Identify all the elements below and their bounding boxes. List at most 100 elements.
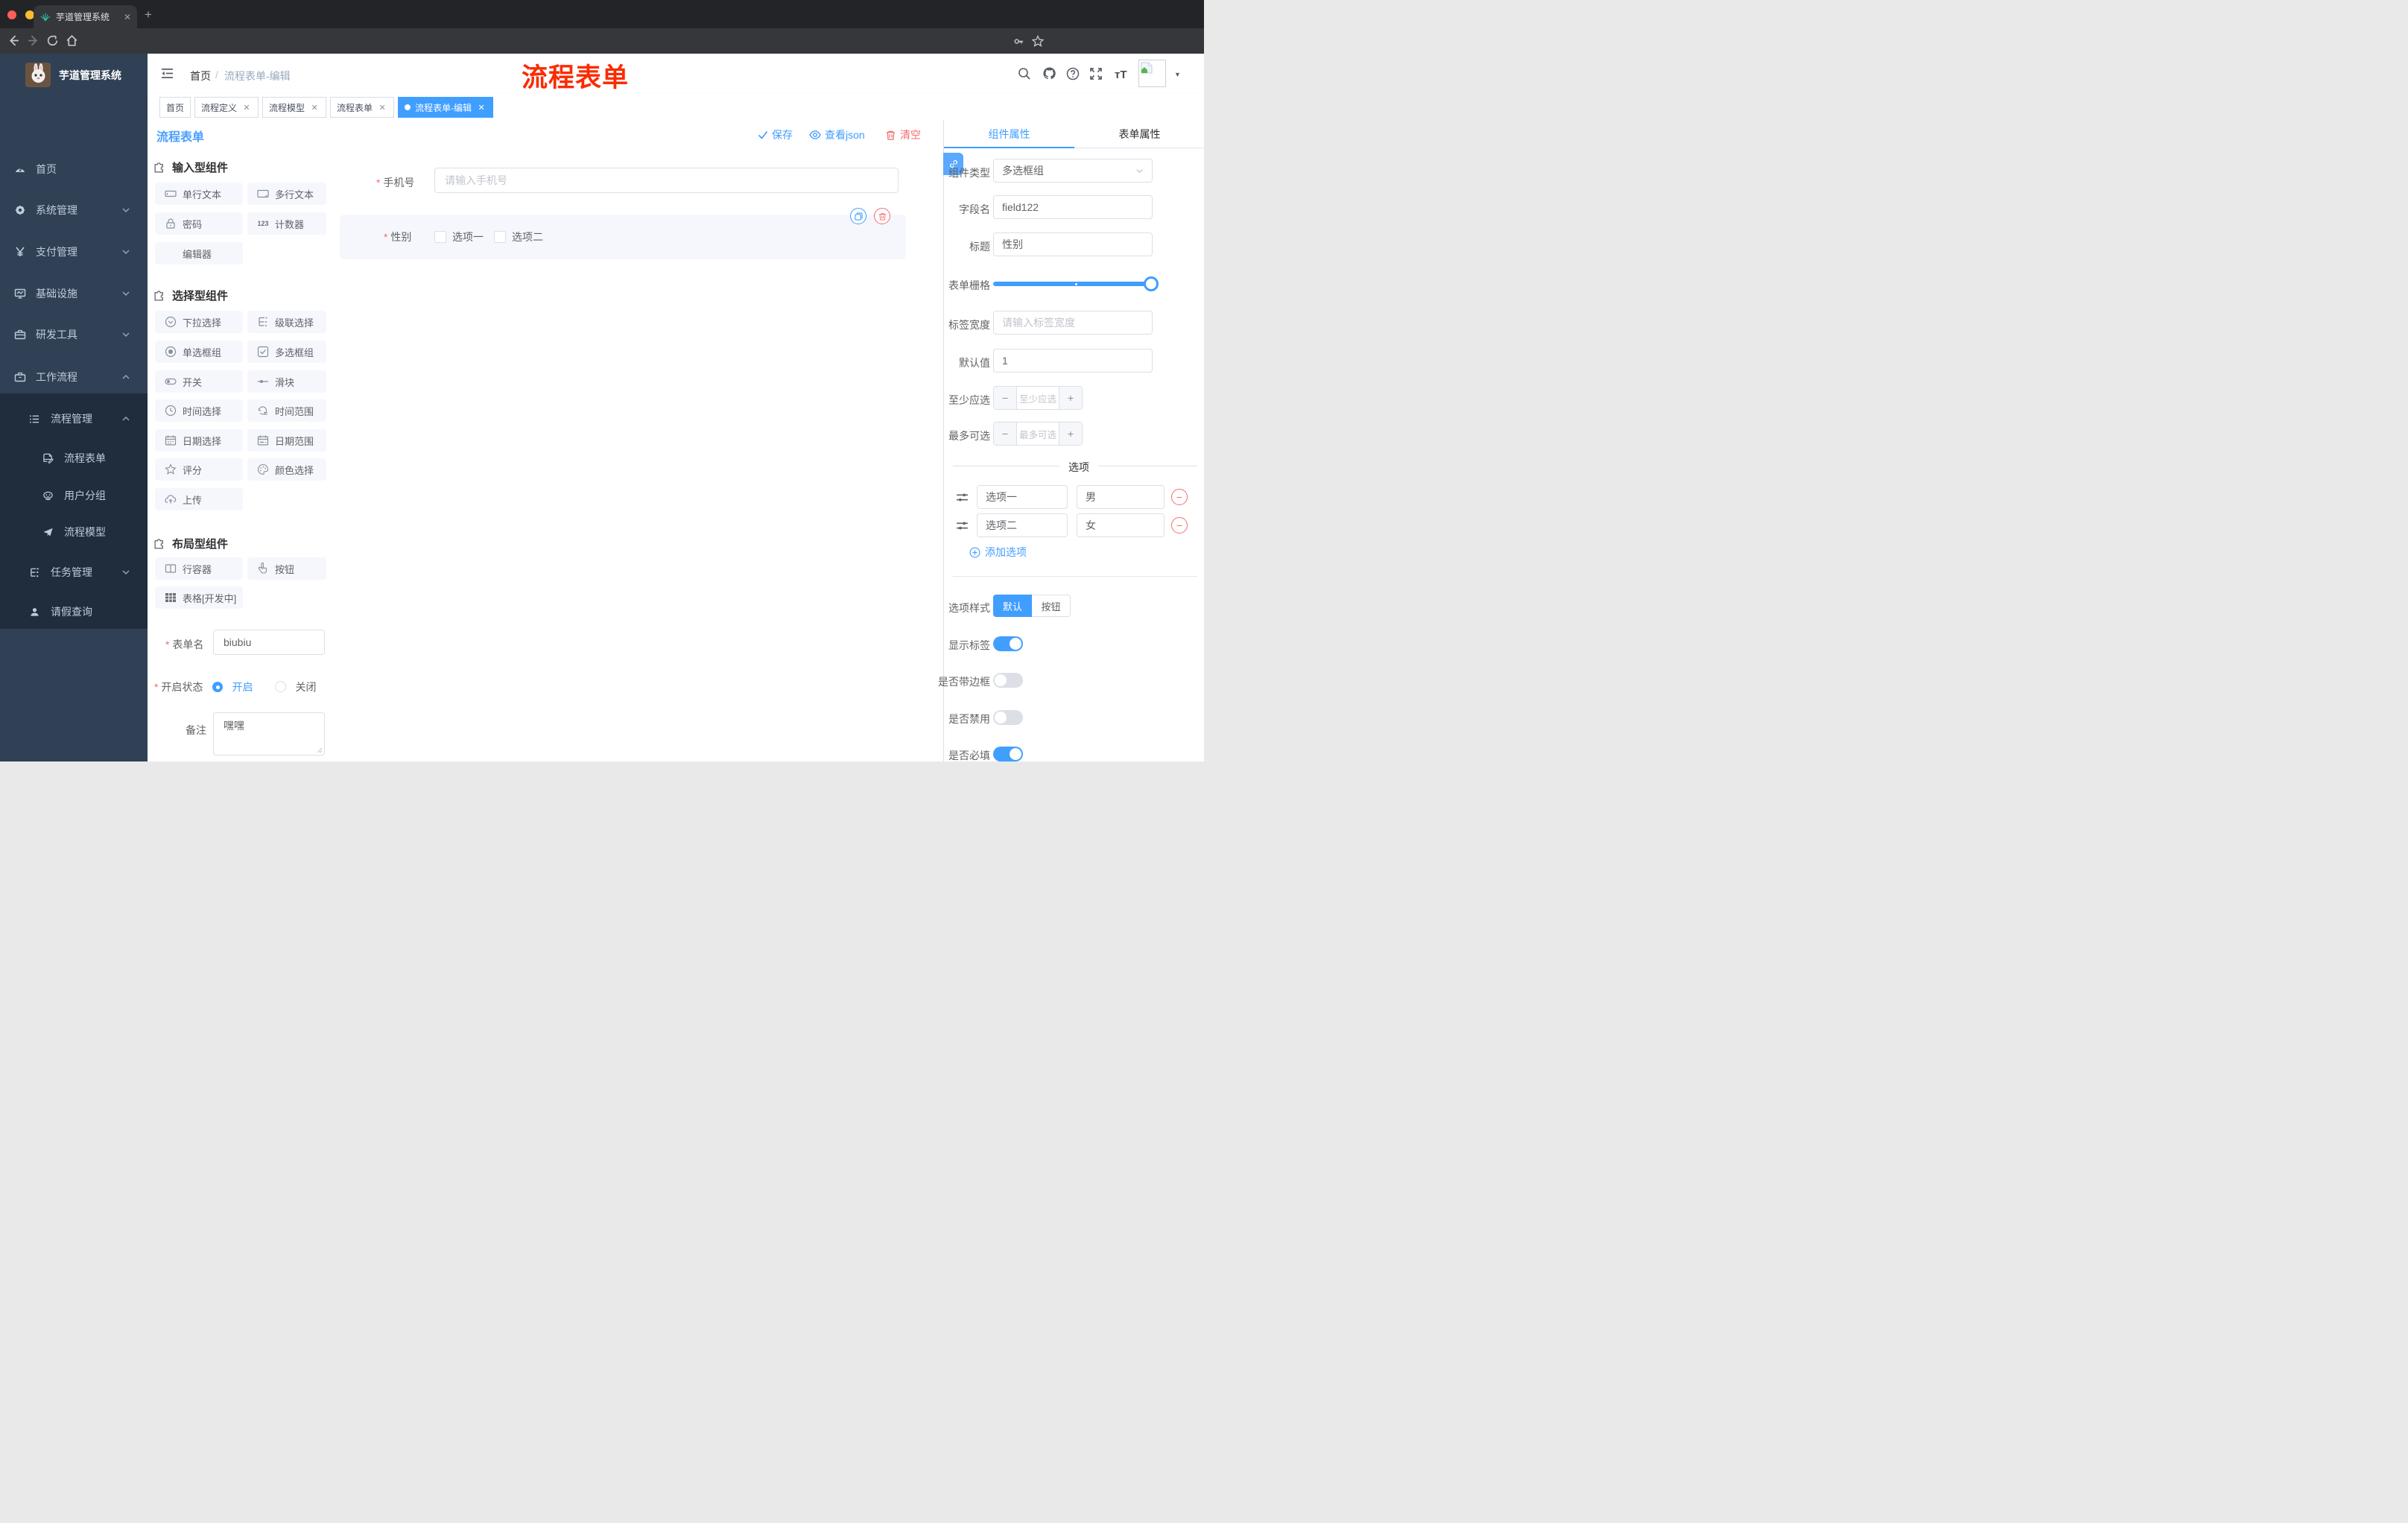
avatar-caret-icon[interactable]: ▼ [1174,71,1181,78]
tab-close-icon[interactable]: ✕ [124,12,131,22]
max-stepper[interactable]: − 最多可选 + [993,422,1083,446]
browser-tab[interactable]: 芋道管理系统 ✕ [34,5,137,28]
reload-icon[interactable] [46,34,59,47]
radio-off[interactable]: 关闭 [275,680,316,694]
add-option-button[interactable]: 添加选项 [969,545,1027,560]
tag-close-icon[interactable]: ✕ [476,102,487,113]
drag-handle-icon[interactable] [956,519,969,532]
disabled-toggle[interactable] [993,710,1023,725]
selected-component-block[interactable]: 性别 选项一 选项二 [340,215,906,259]
palette-item-slider[interactable]: 滑块 [247,370,326,393]
min-stepper[interactable]: − 至少应选 + [993,386,1083,410]
label-width-input[interactable]: 请输入标签宽度 [993,311,1153,335]
resize-handle[interactable] [317,747,323,753]
palette-item-password[interactable]: 密码 [155,212,243,235]
show-label-toggle[interactable] [993,636,1023,651]
palette-item-checkbox-group[interactable]: 多选框组 [247,341,326,363]
remove-option-button[interactable]: − [1171,489,1188,505]
palette-item-time-picker[interactable]: 时间选择 [155,399,243,422]
view-json-button[interactable]: 查看json [809,127,865,142]
new-tab-button[interactable]: + [145,7,152,22]
clear-button[interactable]: 清空 [885,127,921,142]
sidebar-item-payment[interactable]: 支付管理 [0,237,148,267]
sidebar-item-process-mgmt[interactable]: 流程管理 [0,404,148,434]
search-icon[interactable] [1018,67,1031,80]
sidebar-item-system[interactable]: 系统管理 [0,195,148,225]
palette-item-editor[interactable]: 编辑器 [155,242,243,265]
github-icon[interactable] [1042,66,1056,80]
palette-item-switch[interactable]: 开关 [155,370,243,393]
stepper-minus-button[interactable]: − [994,422,1017,445]
tag-process-definition[interactable]: 流程定义 ✕ [194,97,259,118]
palette-item-date-range[interactable]: 日期范围 [247,429,326,452]
palette-item-select[interactable]: 下拉选择 [155,311,243,333]
checkbox-icon[interactable] [494,231,506,243]
palette-item-table[interactable]: 表格[开发中] [155,586,243,609]
palette-item-counter[interactable]: 123 计数器 [247,212,326,235]
back-icon[interactable] [7,34,20,47]
palette-item-row-container[interactable]: 行容器 [155,557,243,580]
palette-item-multi-text[interactable]: 多行文本 [247,183,326,205]
palette-item-time-range[interactable]: 时间范围 [247,399,326,422]
key-icon[interactable] [1013,36,1024,47]
sidebar-item-devtools[interactable]: 研发工具 [0,320,148,349]
phone-input[interactable]: 请输入手机号 [434,168,899,193]
tag-process-form[interactable]: 流程表单 ✕ [330,97,395,118]
style-segmented[interactable]: 默认 按钮 [993,595,1071,617]
sidebar-item-task-mgmt[interactable]: 任务管理 [0,557,148,587]
option1-value-input[interactable]: 男 [1077,485,1165,509]
type-select[interactable]: 多选框组 [993,159,1153,183]
fullscreen-icon[interactable] [1089,67,1103,80]
gender-option-1[interactable]: 选项一 [434,229,484,244]
help-icon[interactable] [1066,67,1080,80]
remark-textarea[interactable]: 嘿嘿 [213,712,325,756]
stepper-plus-button[interactable]: + [1059,387,1082,409]
sidebar-item-leave-query[interactable]: 请假查询 [0,597,148,627]
drag-handle-icon[interactable] [956,491,969,504]
palette-item-upload[interactable]: 上传 [155,488,243,510]
required-toggle[interactable] [993,747,1023,762]
slider-handle[interactable] [1144,276,1159,291]
tab-component-props[interactable]: 组件属性 [944,120,1074,148]
gender-option-2[interactable]: 选项二 [494,229,543,244]
border-toggle[interactable] [993,673,1023,688]
palette-item-single-text[interactable]: 单行文本 [155,183,243,205]
option1-label-input[interactable]: 选项一 [977,485,1068,509]
tag-home[interactable]: 首页 [159,97,191,118]
stepper-plus-button[interactable]: + [1059,422,1082,445]
option2-value-input[interactable]: 女 [1077,513,1165,537]
avatar[interactable] [1138,60,1166,87]
sidebar-item-workflow[interactable]: 工作流程 [0,362,148,392]
bookmark-star-icon[interactable] [1032,35,1044,47]
radio-on[interactable]: 开启 [212,680,253,694]
title-input[interactable]: 性别 [993,232,1153,256]
font-size-icon[interactable]: ᴛT [1115,69,1127,81]
tag-close-icon[interactable]: ✕ [377,102,387,113]
form-name-input[interactable]: biubiu [213,630,325,655]
palette-item-cascader[interactable]: 级联选择 [247,311,326,333]
breadcrumb-home[interactable]: 首页 [190,69,211,83]
style-button-button[interactable]: 按钮 [1032,595,1071,617]
close-window-button[interactable] [7,10,16,19]
save-button[interactable]: 保存 [758,127,793,142]
sidebar-item-infra[interactable]: 基础设施 [0,279,148,308]
grid-slider[interactable] [993,276,1159,291]
home-icon[interactable] [66,34,78,47]
palette-item-date-picker[interactable]: 日期选择 [155,429,243,452]
sidebar-item-process-model[interactable]: 流程模型 [0,517,148,547]
tag-process-model[interactable]: 流程模型 ✕ [262,97,327,118]
remove-option-button[interactable]: − [1171,517,1188,533]
forward-icon[interactable] [27,34,39,47]
sidebar-item-user-group[interactable]: 用户分组 [0,481,148,510]
checkbox-icon[interactable] [434,231,446,243]
stepper-minus-button[interactable]: − [994,387,1017,409]
copy-component-button[interactable] [850,208,866,224]
sidebar-collapse-icon[interactable] [161,68,174,79]
style-default-button[interactable]: 默认 [993,595,1032,617]
default-input[interactable]: 1 [993,349,1153,373]
palette-item-radio-group[interactable]: 单选框组 [155,341,243,363]
sidebar-logo[interactable]: 芋道管理系统 [25,63,121,87]
sidebar-item-home[interactable]: 首页 [0,154,148,184]
tag-process-form-edit[interactable]: 流程表单-编辑 ✕ [398,97,494,118]
palette-item-color-picker[interactable]: 颜色选择 [247,458,326,481]
